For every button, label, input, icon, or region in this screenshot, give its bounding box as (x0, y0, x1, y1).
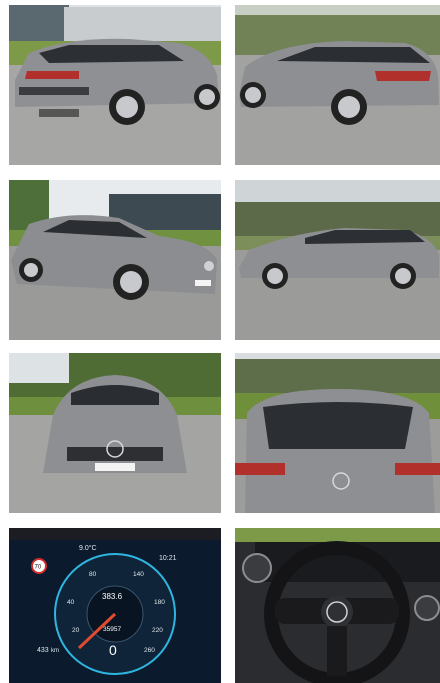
cluster-scale-40: 40 (67, 599, 75, 606)
car-rear-image (235, 353, 440, 513)
gallery-photo-rear-left[interactable] (9, 5, 221, 165)
car-side-profile-image (235, 180, 440, 340)
cluster-speed: 0 (109, 642, 117, 658)
gallery-photo-instrument-cluster[interactable]: 9.0°C 10:21 70 383.6 35957 0 433 km 20 4… (9, 528, 221, 683)
gallery-photo-side-profile[interactable] (235, 180, 440, 340)
cluster-scale-140: 140 (133, 571, 144, 578)
cluster-time: 10:21 (159, 555, 177, 562)
cluster-trip: 383.6 (102, 592, 123, 601)
instrument-cluster-image: 9.0°C 10:21 70 383.6 35957 0 433 km 20 4… (9, 528, 221, 683)
cluster-scale-80: 80 (89, 571, 97, 578)
cluster-range: 433 (37, 647, 49, 654)
car-rear-right-image (235, 5, 440, 165)
gallery-photo-front[interactable] (9, 353, 221, 513)
cluster-scale-260: 260 (144, 647, 155, 654)
cluster-range-unit: km (51, 648, 59, 654)
cluster-odometer: 35957 (103, 626, 121, 633)
gallery-photo-front-right[interactable] (9, 180, 221, 340)
car-front-right-image (9, 180, 221, 340)
gallery-photo-rear[interactable] (235, 353, 440, 513)
cluster-scale-180: 180 (154, 599, 165, 606)
car-front-image (9, 353, 221, 513)
cluster-speed-limit: 70 (35, 565, 42, 571)
cluster-temperature: 9.0°C (79, 544, 97, 552)
cluster-scale-20: 20 (72, 627, 80, 634)
gallery-photo-steering-wheel[interactable] (235, 528, 440, 683)
car-rear-left-image (9, 5, 221, 165)
photo-gallery: 9.0°C 10:21 70 383.6 35957 0 433 km 20 4… (0, 0, 440, 683)
cluster-scale-220: 220 (152, 627, 163, 634)
steering-wheel-image (235, 528, 440, 683)
gallery-photo-rear-right[interactable] (235, 5, 440, 165)
